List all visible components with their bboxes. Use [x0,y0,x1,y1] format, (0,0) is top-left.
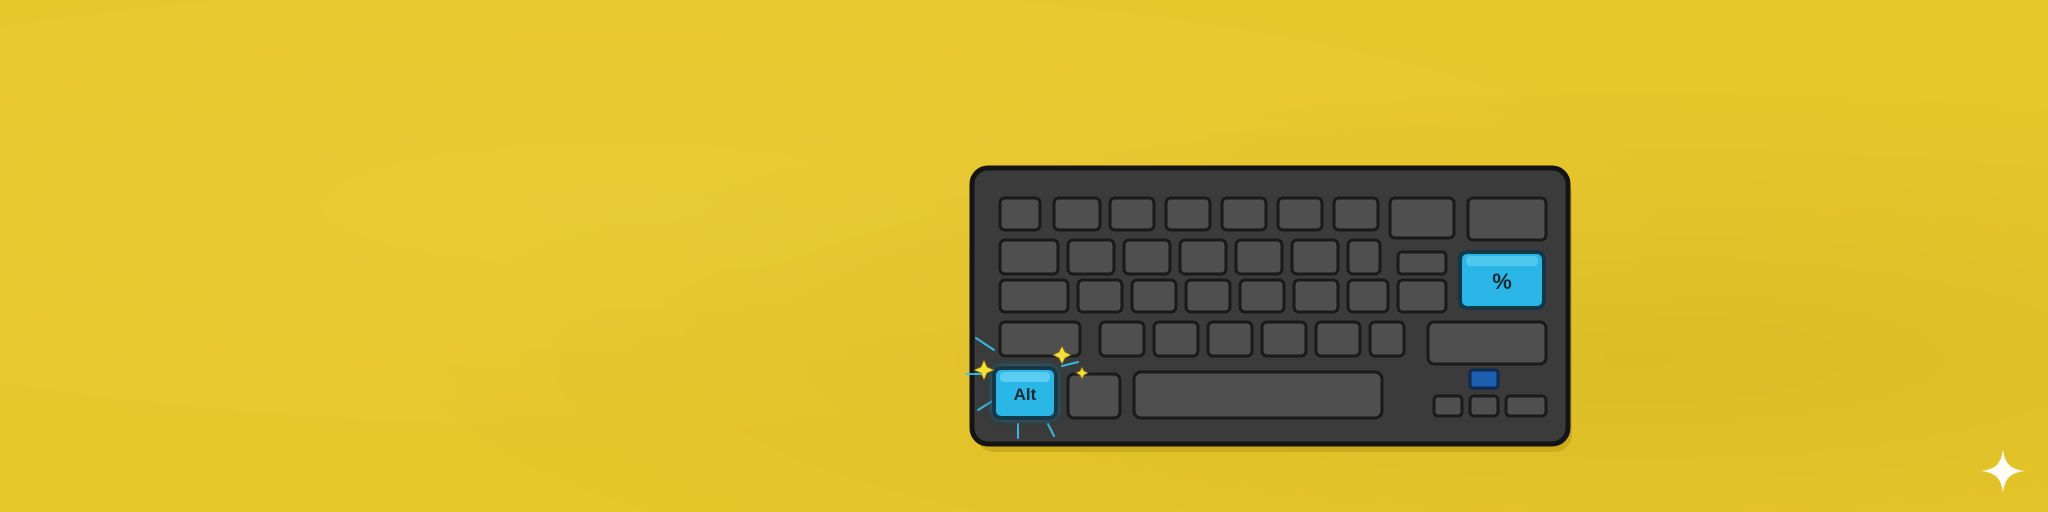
key[interactable] [998,196,1042,232]
sparkle-icon [1978,446,2028,496]
keyboard-svg: % Alt [965,165,1572,452]
key[interactable] [1332,196,1380,232]
key[interactable] [1234,238,1284,276]
key[interactable] [1314,320,1362,358]
keyboard-illustration: % Alt [958,162,1582,454]
key[interactable] [1396,250,1448,276]
key[interactable] [1346,278,1390,314]
key[interactable] [1260,320,1308,358]
key[interactable] [1130,278,1178,314]
key[interactable] [1108,196,1156,232]
key[interactable] [1276,196,1324,232]
key[interactable] [1346,238,1382,276]
key[interactable] [1052,196,1102,232]
percent-key-label: % [1492,269,1512,294]
key[interactable] [1220,196,1268,232]
key-row-2 [998,238,1448,276]
key[interactable] [1368,320,1406,358]
key[interactable] [1178,238,1228,276]
key-row-3 [998,278,1448,314]
key[interactable] [1466,196,1548,242]
key[interactable] [1238,278,1286,314]
key[interactable] [1066,372,1122,420]
key[interactable] [1206,320,1254,358]
percent-key[interactable]: % [1458,250,1546,310]
arrow-left-key[interactable] [1432,394,1464,418]
alt-key[interactable]: Alt [992,366,1058,420]
key[interactable] [1066,238,1116,276]
canvas: % Alt [0,0,2048,512]
key[interactable] [998,238,1060,276]
key[interactable] [1396,278,1448,314]
key[interactable] [998,278,1070,314]
key[interactable] [1076,278,1124,314]
arrow-up-key[interactable] [1468,368,1500,390]
key[interactable] [1426,320,1548,366]
arrow-right-key[interactable] [1504,394,1548,418]
key[interactable] [1292,278,1340,314]
space-bar[interactable] [1132,370,1384,420]
key[interactable] [1388,196,1456,240]
key[interactable] [1152,320,1200,358]
key[interactable] [1184,278,1232,314]
key[interactable] [1164,196,1212,232]
key[interactable] [1098,320,1146,358]
alt-key-label: Alt [1014,385,1037,404]
arrow-down-key[interactable] [1468,394,1500,418]
key[interactable] [998,320,1082,358]
key[interactable] [1122,238,1172,276]
key[interactable] [1290,238,1340,276]
